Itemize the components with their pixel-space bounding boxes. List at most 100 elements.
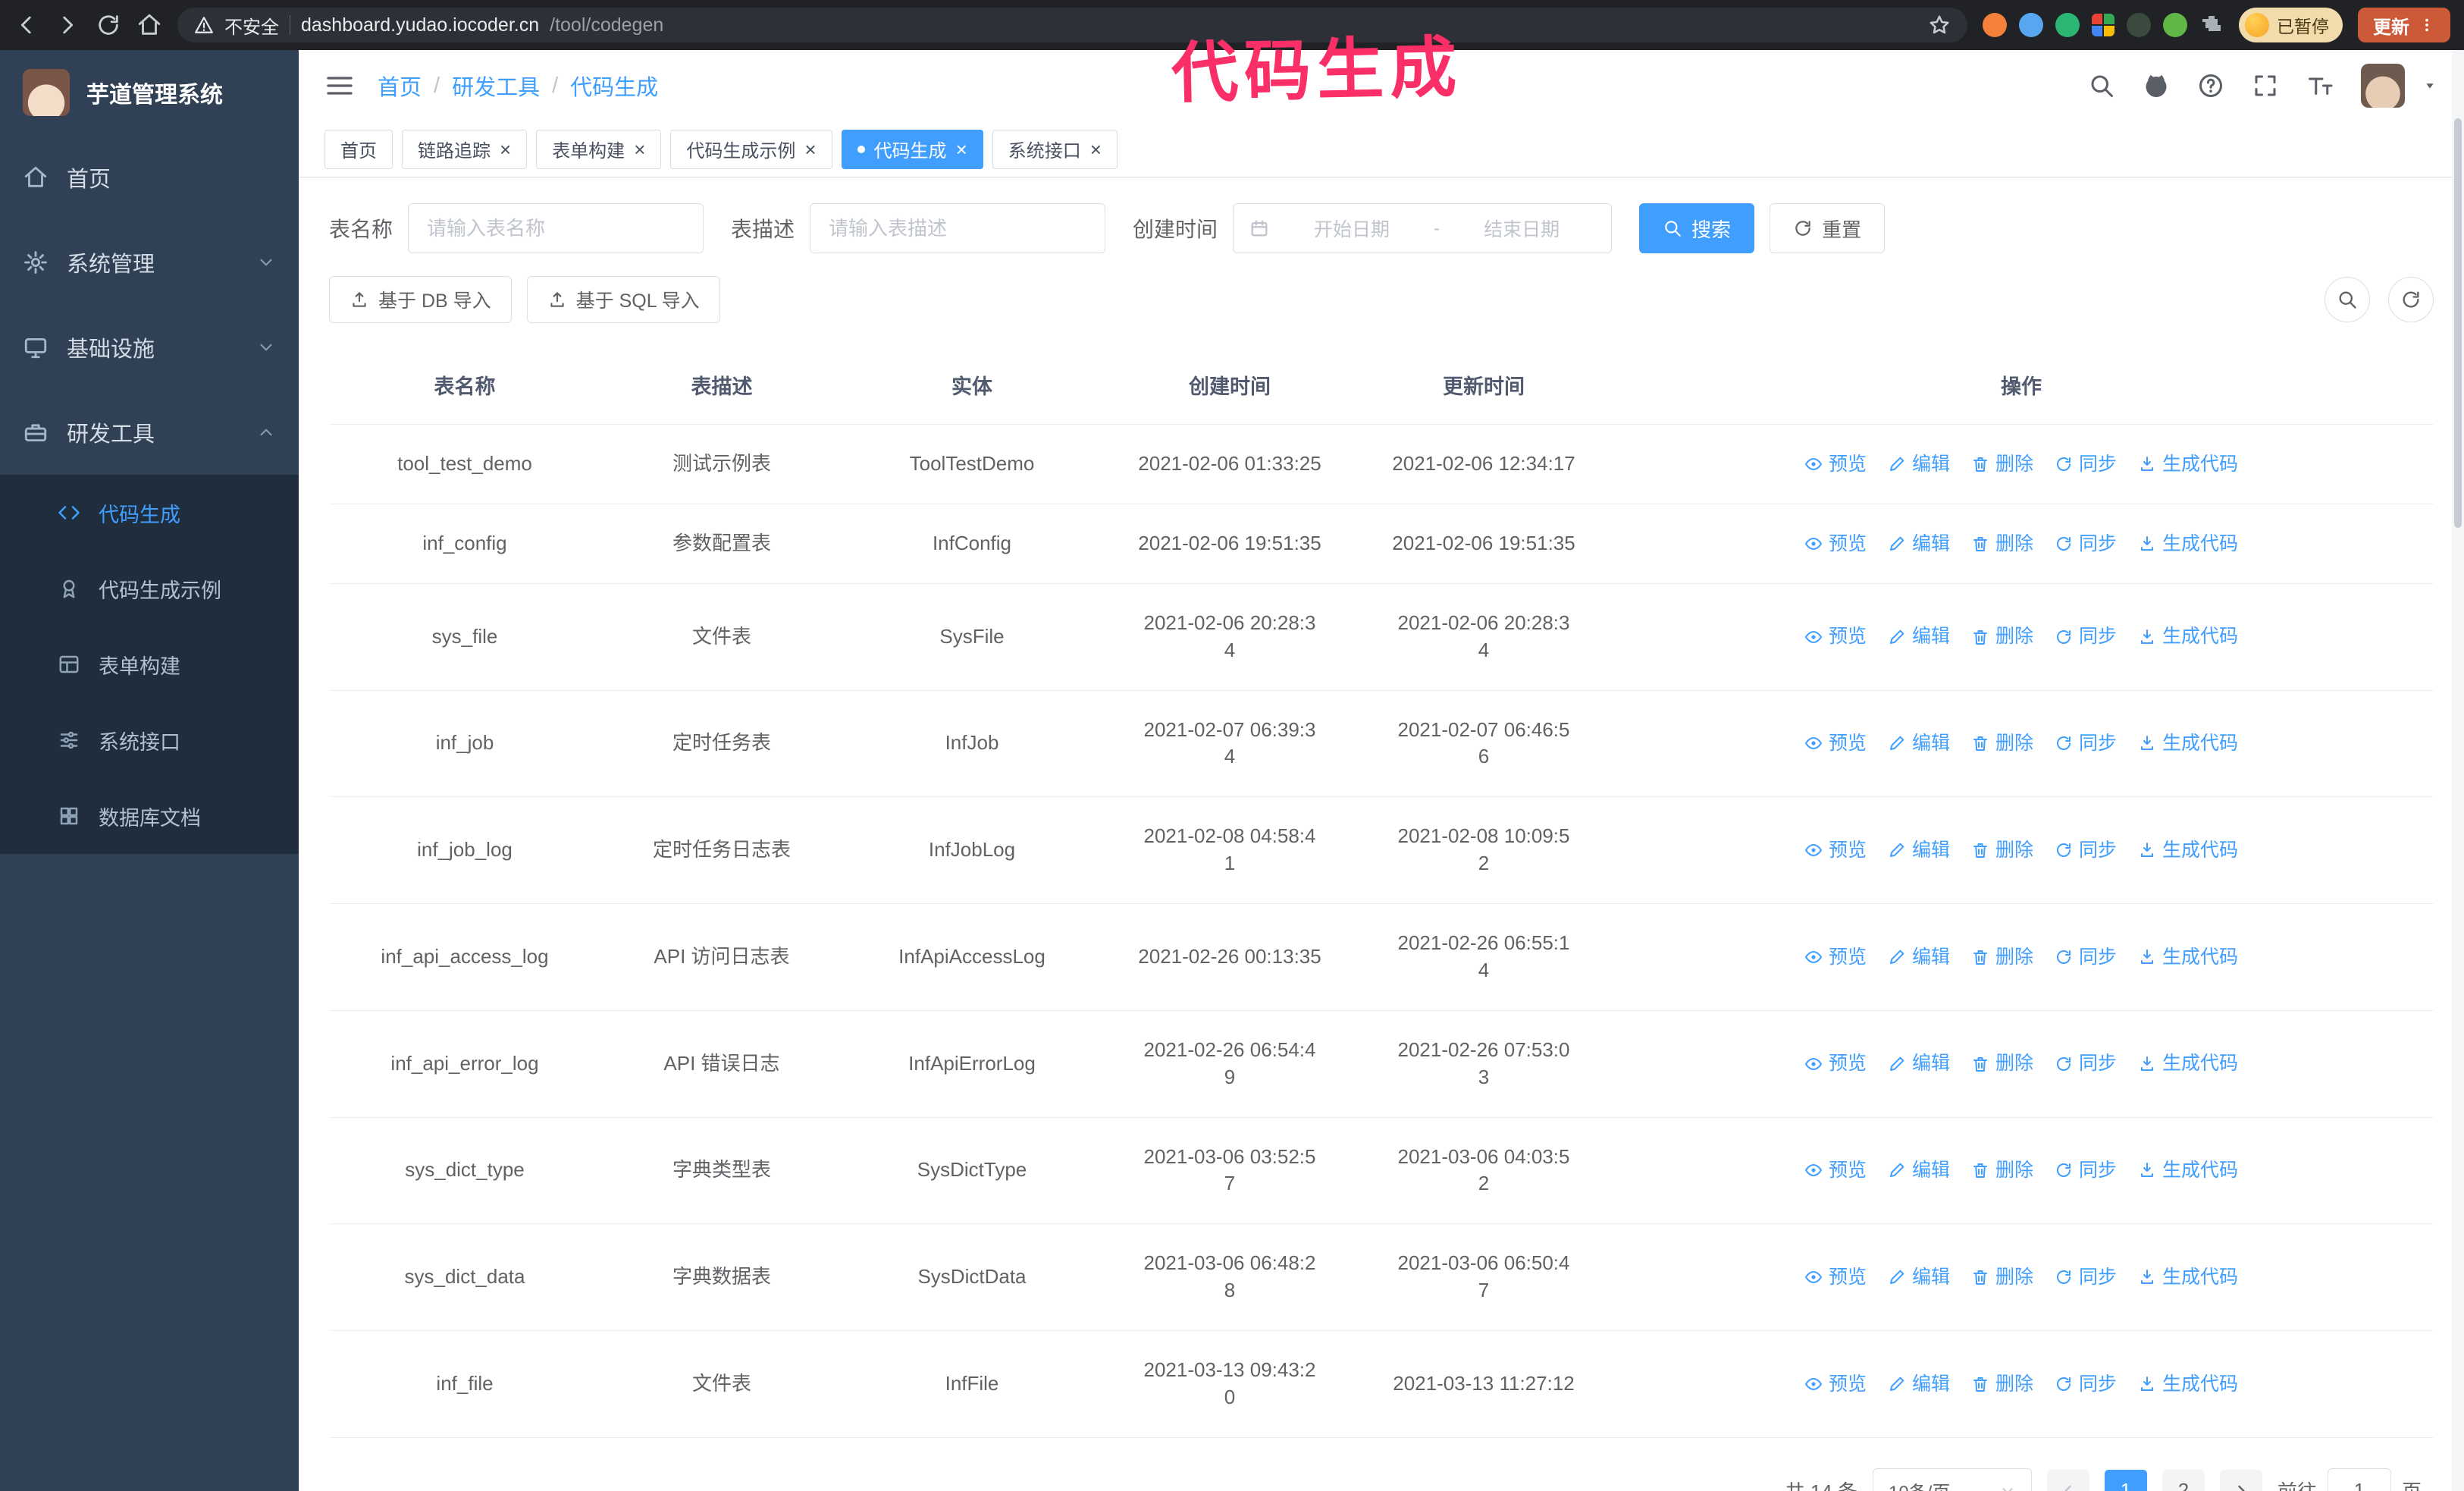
preview-link[interactable]: 预览 (1804, 837, 1867, 864)
delete-link[interactable]: 删除 (1971, 837, 2033, 864)
table-desc-input[interactable] (810, 203, 1106, 253)
preview-link[interactable]: 预览 (1804, 944, 1867, 971)
github-icon[interactable] (2143, 72, 2170, 99)
sync-link[interactable]: 同步 (2055, 1264, 2117, 1291)
app-logo-row[interactable]: 芋道管理系统 (0, 50, 299, 135)
refresh-table-button[interactable] (2388, 277, 2434, 322)
sidebar-item-system[interactable]: 系统管理 (0, 220, 299, 305)
sidebar-item-codegen-example[interactable]: 代码生成示例 (0, 551, 299, 626)
preview-link[interactable]: 预览 (1804, 451, 1867, 478)
sync-link[interactable]: 同步 (2055, 623, 2117, 650)
extensions-puzzle-icon[interactable] (2199, 13, 2224, 37)
sync-link[interactable]: 同步 (2055, 1371, 2117, 1398)
bookmark-star-icon[interactable] (1928, 14, 1951, 36)
page-number-2[interactable]: 2 (2161, 1469, 2205, 1491)
browser-home-icon[interactable] (136, 12, 162, 38)
extension-icon-2[interactable] (2019, 13, 2043, 37)
tab-form-builder[interactable]: 表单构建 × (536, 129, 662, 169)
breadcrumb-home[interactable]: 首页 (378, 70, 422, 102)
close-icon[interactable]: × (500, 140, 511, 159)
generate-code-link[interactable]: 生成代码 (2138, 1157, 2238, 1184)
sync-link[interactable]: 同步 (2055, 837, 2117, 864)
goto-page-input[interactable] (2327, 1467, 2391, 1491)
search-button[interactable]: 搜索 (1639, 203, 1755, 253)
tab-home[interactable]: 首页 (324, 129, 393, 169)
extension-icon-4[interactable] (2092, 14, 2114, 36)
edit-link[interactable]: 编辑 (1888, 1371, 1950, 1398)
browser-back-icon[interactable] (14, 12, 39, 38)
browser-forward-icon[interactable] (55, 12, 80, 38)
generate-code-link[interactable]: 生成代码 (2138, 944, 2238, 971)
sync-link[interactable]: 同步 (2055, 1050, 2117, 1077)
sync-link[interactable]: 同步 (2055, 1157, 2117, 1184)
extension-icon-6[interactable] (2163, 13, 2187, 37)
extension-icon-1[interactable] (1983, 13, 2007, 37)
edit-link[interactable]: 编辑 (1888, 1264, 1950, 1291)
edit-link[interactable]: 编辑 (1888, 944, 1950, 971)
close-icon[interactable]: × (1090, 140, 1102, 159)
delete-link[interactable]: 删除 (1971, 451, 2033, 478)
browser-reload-icon[interactable] (96, 12, 121, 38)
preview-link[interactable]: 预览 (1804, 1157, 1867, 1184)
generate-code-link[interactable]: 生成代码 (2138, 1371, 2238, 1398)
edit-link[interactable]: 编辑 (1888, 837, 1950, 864)
close-icon[interactable]: × (804, 140, 816, 159)
table-name-input[interactable] (408, 203, 704, 253)
profile-paused-chip[interactable]: 已暂停 (2239, 8, 2343, 42)
toggle-search-button[interactable] (2324, 277, 2370, 322)
tab-codegen-example[interactable]: 代码生成示例 × (670, 129, 832, 169)
extension-icon-3[interactable] (2055, 13, 2080, 37)
sidebar-item-infra[interactable]: 基础设施 (0, 305, 299, 390)
close-icon[interactable]: × (956, 140, 967, 159)
fullscreen-icon[interactable] (2252, 72, 2279, 99)
generate-code-link[interactable]: 生成代码 (2138, 730, 2238, 757)
tab-codegen[interactable]: 代码生成 × (841, 129, 983, 169)
sidebar-item-home[interactable]: 首页 (0, 135, 299, 220)
delete-link[interactable]: 删除 (1971, 623, 2033, 650)
browser-menu-icon[interactable] (2419, 17, 2435, 33)
sidebar-item-db-doc[interactable]: 数据库文档 (0, 778, 299, 854)
edit-link[interactable]: 编辑 (1888, 623, 1950, 650)
preview-link[interactable]: 预览 (1804, 1050, 1867, 1077)
page-number-1[interactable]: 1 (2104, 1469, 2147, 1491)
delete-link[interactable]: 删除 (1971, 1264, 2033, 1291)
avatar[interactable] (2361, 64, 2405, 108)
hamburger-icon[interactable] (324, 71, 355, 101)
tab-system-api[interactable]: 系统接口 × (992, 129, 1118, 169)
preview-link[interactable]: 预览 (1804, 730, 1867, 757)
reset-button[interactable]: 重置 (1770, 203, 1886, 253)
generate-code-link[interactable]: 生成代码 (2138, 623, 2238, 650)
sidebar-item-devtools[interactable]: 研发工具 (0, 390, 299, 475)
question-icon[interactable] (2197, 72, 2224, 99)
preview-link[interactable]: 预览 (1804, 623, 1867, 650)
next-page-button[interactable] (2219, 1469, 2262, 1491)
delete-link[interactable]: 删除 (1971, 944, 2033, 971)
scrollbar-thumb[interactable] (2454, 118, 2462, 528)
date-range-picker[interactable]: 开始日期 - 结束日期 (1233, 203, 1613, 253)
sidebar-item-codegen[interactable]: 代码生成 (0, 475, 299, 551)
close-icon[interactable]: × (634, 140, 645, 159)
update-button[interactable]: 更新 (2358, 8, 2450, 42)
edit-link[interactable]: 编辑 (1888, 1050, 1950, 1077)
delete-link[interactable]: 删除 (1971, 1157, 2033, 1184)
generate-code-link[interactable]: 生成代码 (2138, 1050, 2238, 1077)
delete-link[interactable]: 删除 (1971, 531, 2033, 557)
breadcrumb-devtools[interactable]: 研发工具 (452, 70, 540, 102)
generate-code-link[interactable]: 生成代码 (2138, 837, 2238, 864)
page-size-select[interactable]: 10条/页 (1872, 1467, 2032, 1491)
tab-trace[interactable]: 链路追踪 × (402, 129, 528, 169)
edit-link[interactable]: 编辑 (1888, 451, 1950, 478)
sync-link[interactable]: 同步 (2055, 730, 2117, 757)
generate-code-link[interactable]: 生成代码 (2138, 1264, 2238, 1291)
preview-link[interactable]: 预览 (1804, 1371, 1867, 1398)
sync-link[interactable]: 同步 (2055, 531, 2117, 557)
generate-code-link[interactable]: 生成代码 (2138, 531, 2238, 557)
font-size-icon[interactable] (2306, 72, 2334, 99)
import-db-button[interactable]: 基于 DB 导入 (329, 276, 512, 323)
sidebar-item-system-api[interactable]: 系统接口 (0, 702, 299, 778)
preview-link[interactable]: 预览 (1804, 531, 1867, 557)
extension-icon-5[interactable] (2127, 13, 2151, 37)
sync-link[interactable]: 同步 (2055, 451, 2117, 478)
generate-code-link[interactable]: 生成代码 (2138, 451, 2238, 478)
delete-link[interactable]: 删除 (1971, 730, 2033, 757)
